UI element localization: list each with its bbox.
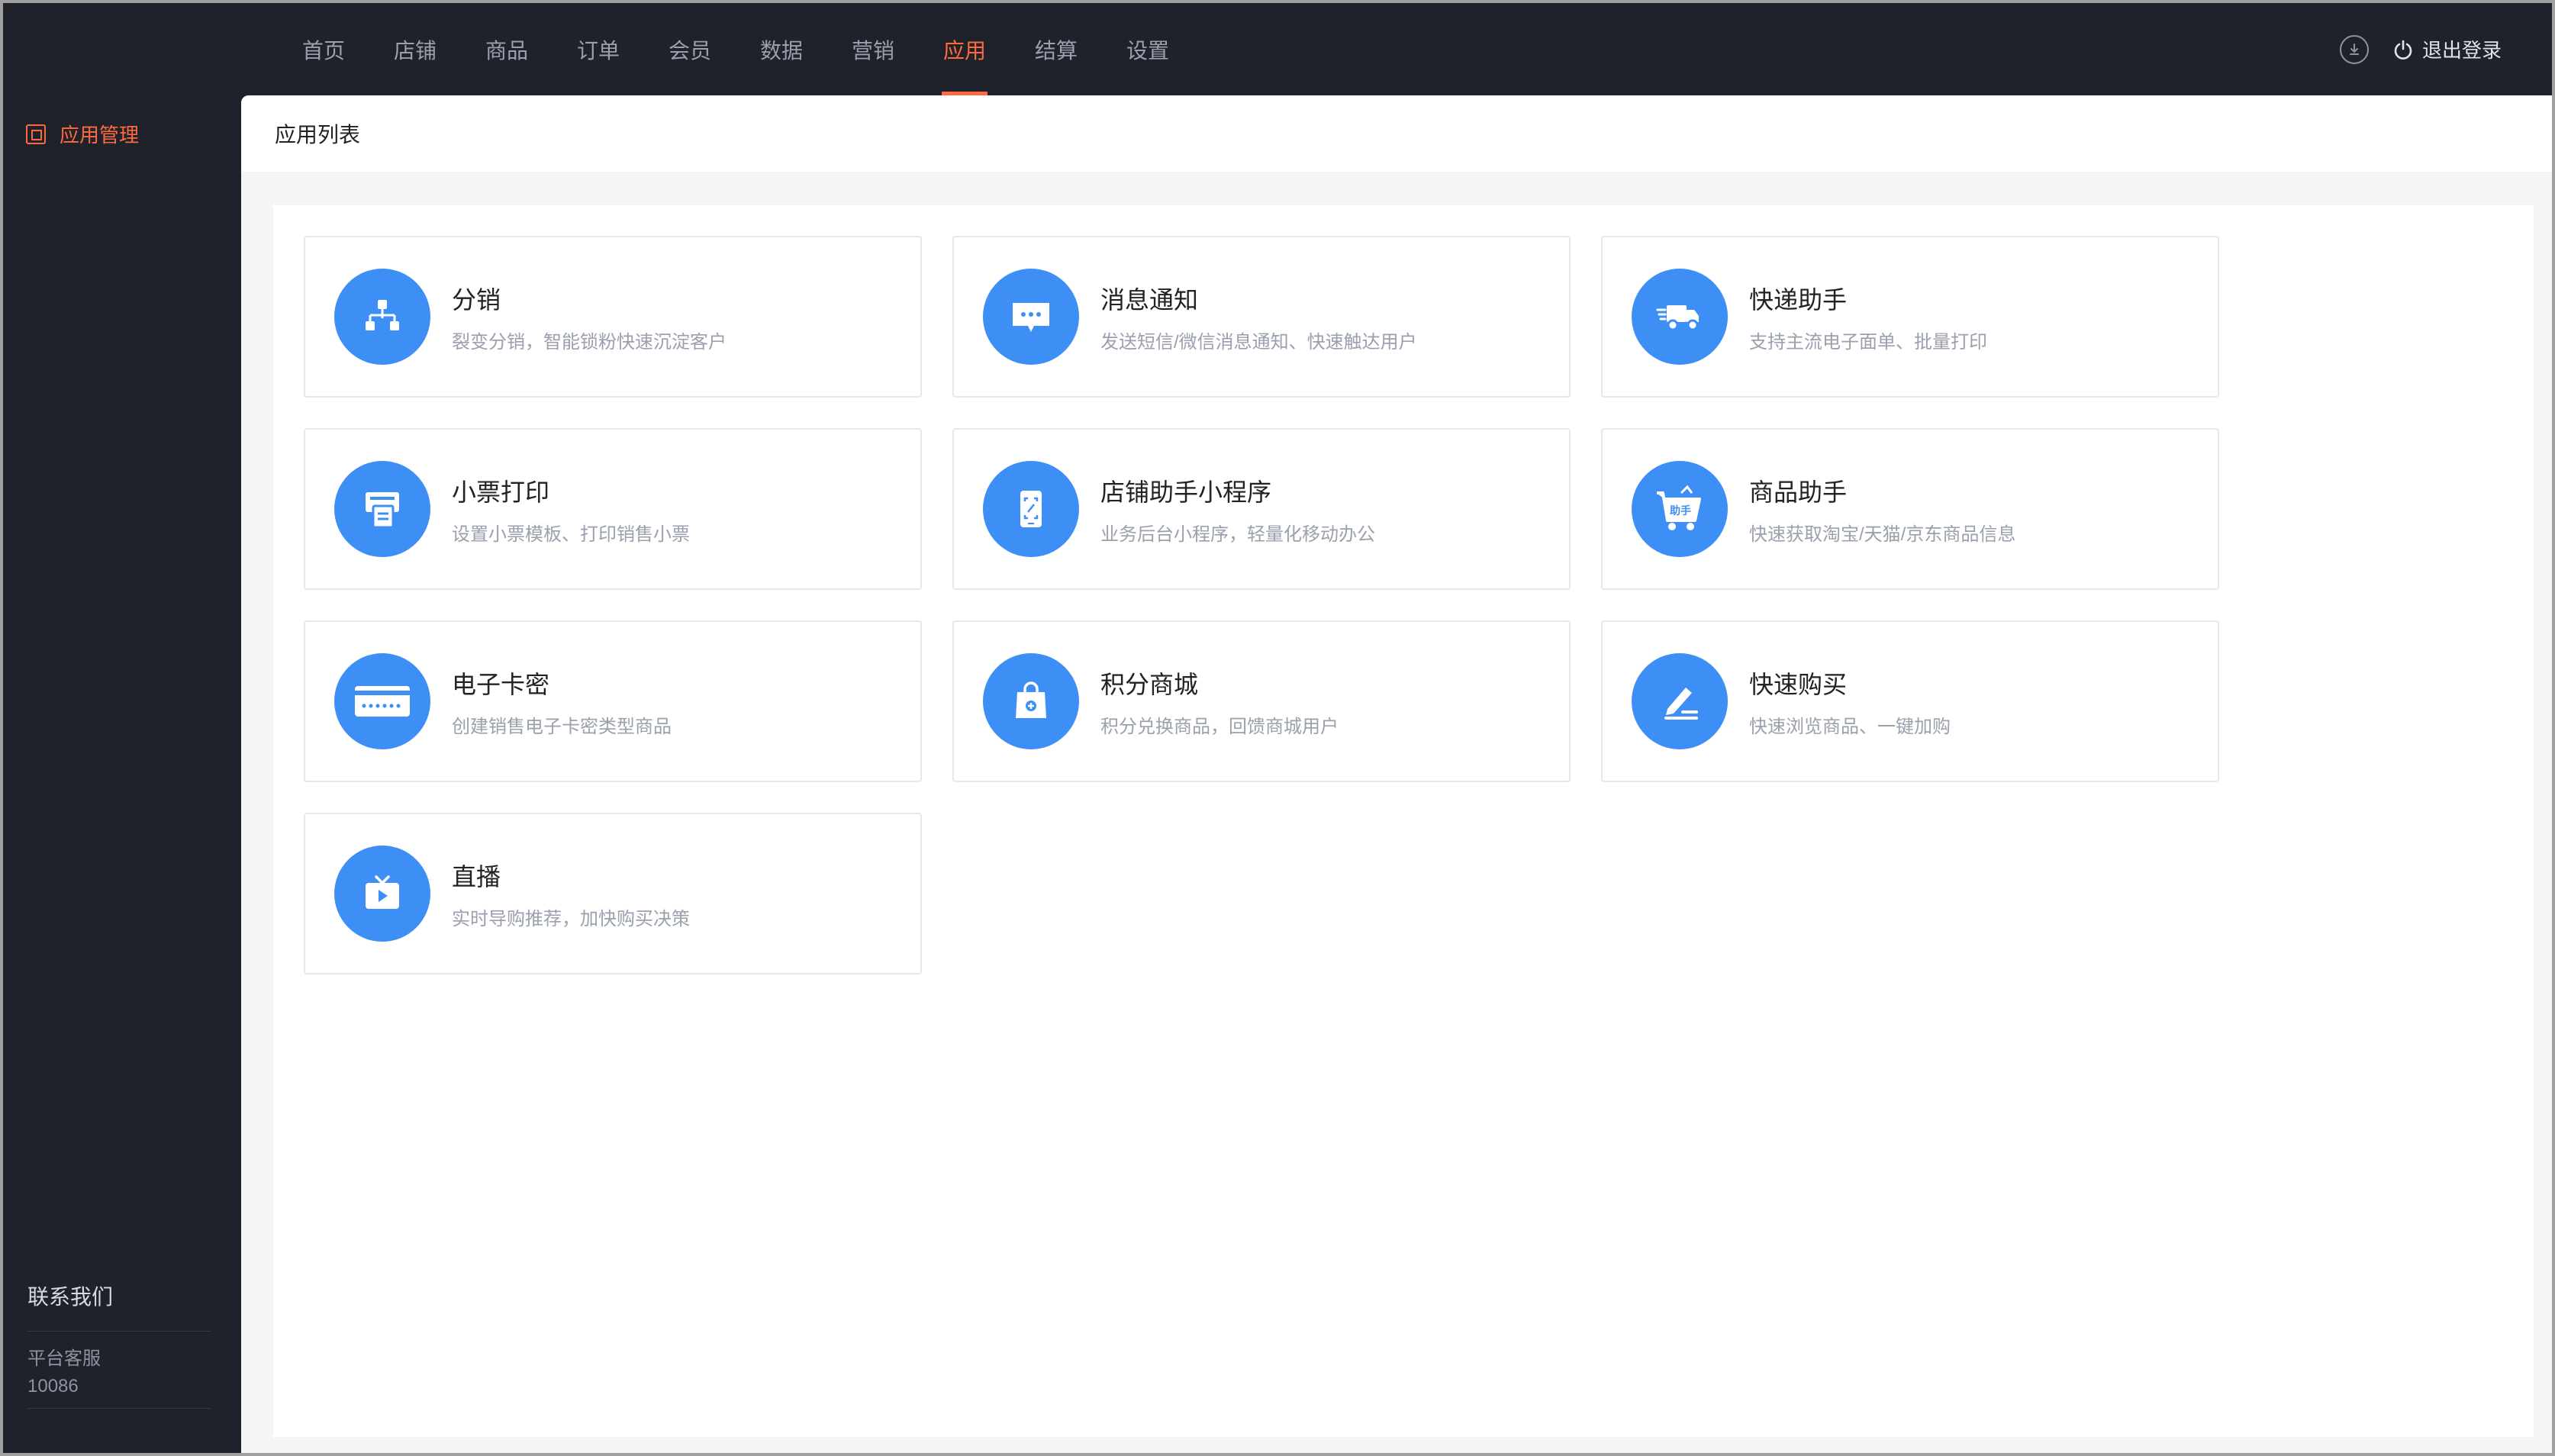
card-icon (334, 653, 430, 749)
app-title: 店铺助手小程序 (1100, 478, 1272, 506)
app-desc: 支持主流电子面单、批量打印 (1749, 331, 1987, 353)
nav-item-orders[interactable]: 订单 (553, 3, 644, 95)
app-card-quick-buy[interactable]: 快速购买 快速浏览商品、一键加购 (1601, 620, 2219, 782)
app-card-message[interactable]: 消息通知 发送短信/微信消息通知、快速触达用户 (952, 236, 1571, 398)
bag-icon (983, 653, 1079, 749)
app-desc: 业务后台小程序，轻量化移动办公 (1100, 523, 1375, 545)
app-card-points-mall[interactable]: 积分商城 积分兑换商品，回馈商城用户 (952, 620, 1571, 782)
app-desc: 发送短信/微信消息通知、快速触达用户 (1100, 331, 1417, 353)
top-nav: 首页 店铺 商品 订单 会员 数据 营销 应用 结算 设置 退出登录 (3, 3, 2552, 95)
nav-item-store[interactable]: 店铺 (369, 3, 461, 95)
app-card-product-assistant[interactable]: 助手 商品助手 快速获取淘宝/天猫/京东商品信息 (1601, 428, 2219, 590)
app-desc: 积分兑换商品，回馈商城用户 (1100, 716, 1339, 737)
main-panel: 应用列表 分销 裂变分销，智能锁粉快速沉淀客户 消息通知 发送短信/微信消息通知… (241, 95, 2552, 1453)
app-desc: 裂变分销，智能锁粉快速沉淀客户 (452, 331, 727, 353)
truck-icon (1632, 269, 1728, 365)
app-title: 商品助手 (1749, 478, 1848, 506)
app-management-icon (26, 124, 46, 144)
pen-icon (1632, 653, 1728, 749)
app-card-live[interactable]: 直播 实时导购推荐，加快购买决策 (304, 813, 922, 974)
contact-phone: 10086 (27, 1376, 79, 1396)
download-arrow-icon (2349, 43, 2359, 55)
sidebar-item-app-management[interactable]: 应用管理 (26, 120, 139, 148)
app-list-container: 分销 裂变分销，智能锁粉快速沉淀客户 消息通知 发送短信/微信消息通知、快速触达… (273, 205, 2534, 1437)
nav-item-members[interactable]: 会员 (644, 3, 736, 95)
logout-label: 退出登录 (2421, 39, 2502, 62)
page-title: 应用列表 (241, 95, 2552, 172)
cart-icon: 助手 (1632, 461, 1728, 557)
app-desc: 快速浏览商品、一键加购 (1749, 716, 1951, 737)
app-desc: 设置小票模板、打印销售小票 (452, 523, 690, 545)
top-right-actions: 退出登录 (2339, 3, 2502, 95)
app-title: 分销 (452, 285, 501, 314)
power-icon (2392, 38, 2415, 61)
app-grid: 分销 裂变分销，智能锁粉快速沉淀客户 消息通知 发送短信/微信消息通知、快速触达… (304, 236, 2219, 974)
app-card-receipt-print[interactable]: 小票打印 设置小票模板、打印销售小票 (304, 428, 922, 590)
app-window: 首页 店铺 商品 订单 会员 数据 营销 应用 结算 设置 退出登录 应用管理 … (3, 3, 2552, 1453)
app-desc: 创建销售电子卡密类型商品 (452, 716, 672, 737)
app-title: 消息通知 (1100, 285, 1199, 314)
sidebar-item-label: 应用管理 (60, 124, 140, 147)
app-title: 小票打印 (452, 478, 550, 506)
nav-item-apps[interactable]: 应用 (919, 3, 1010, 95)
nav-item-settlement[interactable]: 结算 (1010, 3, 1102, 95)
contact-divider (27, 1408, 211, 1409)
nav-menu: 首页 店铺 商品 订单 会员 数据 营销 应用 结算 设置 (278, 3, 1194, 95)
contact-service-label: 平台客服 (27, 1348, 101, 1369)
logout-button[interactable]: 退出登录 (2392, 35, 2502, 63)
app-title: 快速购买 (1749, 670, 1848, 698)
nav-item-products[interactable]: 商品 (461, 3, 553, 95)
nav-item-data[interactable]: 数据 (736, 3, 827, 95)
app-title: 快递助手 (1749, 285, 1848, 314)
app-title: 积分商城 (1100, 670, 1199, 698)
sidebar: 应用管理 联系我们 平台客服 10086 (3, 95, 241, 1453)
app-card-store-miniapp[interactable]: 店铺助手小程序 业务后台小程序，轻量化移动办公 (952, 428, 1571, 590)
app-card-express[interactable]: 快递助手 支持主流电子面单、批量打印 (1601, 236, 2219, 398)
contact-section: 联系我们 平台客服 10086 (27, 1280, 211, 1409)
download-icon[interactable] (2339, 34, 2369, 64)
nav-item-marketing[interactable]: 营销 (827, 3, 919, 95)
printer-icon (334, 461, 430, 557)
app-card-distribution[interactable]: 分销 裂变分销，智能锁粉快速沉淀客户 (304, 236, 922, 398)
message-icon (983, 269, 1079, 365)
app-card-e-card[interactable]: 电子卡密 创建销售电子卡密类型商品 (304, 620, 922, 782)
nav-item-home[interactable]: 首页 (278, 3, 369, 95)
mobile-icon (983, 461, 1079, 557)
cart-badge: 助手 (1670, 504, 1691, 517)
app-desc: 快速获取淘宝/天猫/京东商品信息 (1749, 523, 2016, 545)
app-title: 直播 (452, 862, 501, 891)
tv-play-icon (334, 846, 430, 942)
contact-title: 联系我们 (27, 1280, 211, 1332)
app-desc: 实时导购推荐，加快购买决策 (452, 908, 690, 929)
app-title: 电子卡密 (452, 670, 550, 698)
org-chart-icon (334, 269, 430, 365)
nav-item-settings[interactable]: 设置 (1102, 3, 1194, 95)
